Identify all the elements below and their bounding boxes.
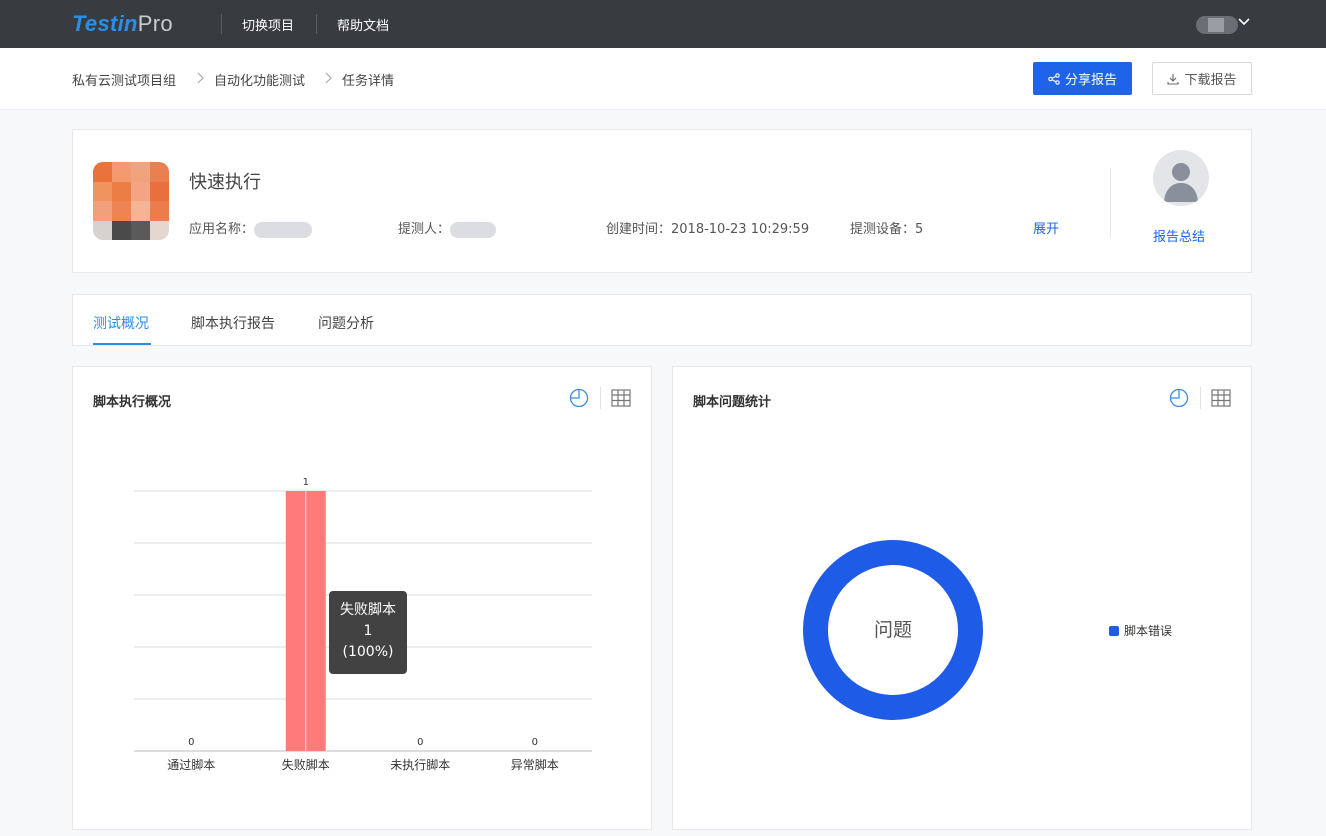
x-tick-label: 失败脚本 (282, 757, 330, 772)
tooltip-percent: (100%) (342, 644, 394, 660)
data-label: 0 (417, 737, 423, 748)
devices-label: 提测设备： (850, 222, 916, 237)
toolbar-divider (600, 387, 601, 409)
devices-value: 5 (915, 222, 924, 237)
download-icon (1167, 73, 1180, 85)
breadcrumb-bar: 私有云测试项目组 自动化功能测试 任务详情 分享报告 下载报告 (0, 48, 1326, 110)
pie-chart-icon[interactable] (568, 387, 590, 409)
download-report-label: 下载报告 (1184, 73, 1237, 88)
app-name-redacted (254, 221, 313, 238)
app-name-field: 应用名称： (189, 218, 313, 238)
nav-divider (221, 14, 222, 34)
legend-swatch (1109, 625, 1119, 636)
script-issue-panel: 脚本问题统计 问题 脚本错误 (672, 366, 1252, 830)
person-icon (1164, 163, 1198, 202)
expand-link[interactable]: 展开 (1033, 218, 1059, 237)
nav-divider (316, 14, 317, 34)
data-label: 1 (303, 477, 309, 488)
logo-part-testin: Testin (72, 11, 138, 36)
donut-chart (803, 540, 983, 720)
x-tick-label: 异常脚本 (511, 757, 559, 772)
tabs-card: 测试概况 脚本执行报告 问题分析 (72, 294, 1252, 346)
tab-script-report[interactable]: 脚本执行报告 (191, 313, 275, 333)
card-divider (1110, 168, 1111, 238)
logo-part-pro: Pro (137, 11, 173, 36)
devices-field: 提测设备：5 (850, 218, 923, 237)
table-icon[interactable] (610, 387, 632, 409)
share-report-button[interactable]: 分享报告 (1033, 62, 1132, 95)
task-info-card: 快速执行 应用名称： 提测人： 创建时间：2018-10-23 10:29:59… (72, 129, 1252, 273)
share-report-label: 分享报告 (1064, 73, 1117, 88)
x-tick-label: 通过脚本 (167, 757, 215, 772)
created-time-value: 2018-10-23 10:29:59 (671, 222, 810, 237)
logo[interactable]: TestinPro (72, 11, 173, 37)
x-tick-label: 未执行脚本 (390, 757, 450, 772)
user-avatar-icon (1153, 150, 1209, 206)
user-avatar-pill[interactable] (1196, 16, 1238, 34)
data-label: 0 (188, 737, 194, 748)
tab-issue-analysis[interactable]: 问题分析 (318, 313, 374, 333)
submitter-label: 提测人： (398, 222, 451, 237)
breadcrumb-auto-test[interactable]: 自动化功能测试 (214, 70, 305, 89)
report-summary-link[interactable]: 报告总结 (1153, 226, 1205, 245)
tooltip-name: 失败脚本 (340, 602, 396, 618)
chevron-right-icon (197, 72, 204, 84)
switch-project-link[interactable]: 切换项目 (242, 15, 294, 34)
breadcrumb-task-detail: 任务详情 (342, 74, 395, 89)
app-name-label: 应用名称： (189, 222, 255, 237)
submitter-redacted (450, 221, 497, 238)
breadcrumb-project-group[interactable]: 私有云测试项目组 (72, 70, 176, 89)
app-icon (93, 162, 169, 240)
legend-label: 脚本错误 (1124, 624, 1173, 638)
tooltip-value: 1 (363, 623, 373, 639)
data-label: 0 (532, 737, 538, 748)
chevron-right-icon (325, 72, 332, 84)
task-title: 快速执行 (189, 172, 261, 193)
donut-center-label: 问题 (873, 619, 912, 641)
active-tab-indicator (93, 343, 151, 345)
top-navbar: TestinPro 切换项目 帮助文档 (0, 0, 1326, 48)
submitter-field: 提测人： (398, 218, 497, 238)
tab-test-overview[interactable]: 测试概况 (93, 313, 149, 333)
share-icon (1048, 72, 1060, 85)
chevron-down-icon[interactable] (1238, 16, 1250, 28)
legend-item[interactable]: 脚本错误 (1109, 622, 1172, 639)
created-time-field: 创建时间：2018-10-23 10:29:59 (606, 218, 809, 237)
chart-tooltip: 失败脚本 1 (100%) (329, 591, 407, 674)
script-execution-panel: 脚本执行概况 0 通过脚本 1 失败脚本 0 未执行脚本 0 异常脚本 失败脚本 1 (100… (72, 366, 652, 830)
created-time-label: 创建时间： (606, 222, 672, 237)
help-docs-link[interactable]: 帮助文档 (337, 15, 389, 34)
download-report-button[interactable]: 下载报告 (1152, 62, 1252, 95)
